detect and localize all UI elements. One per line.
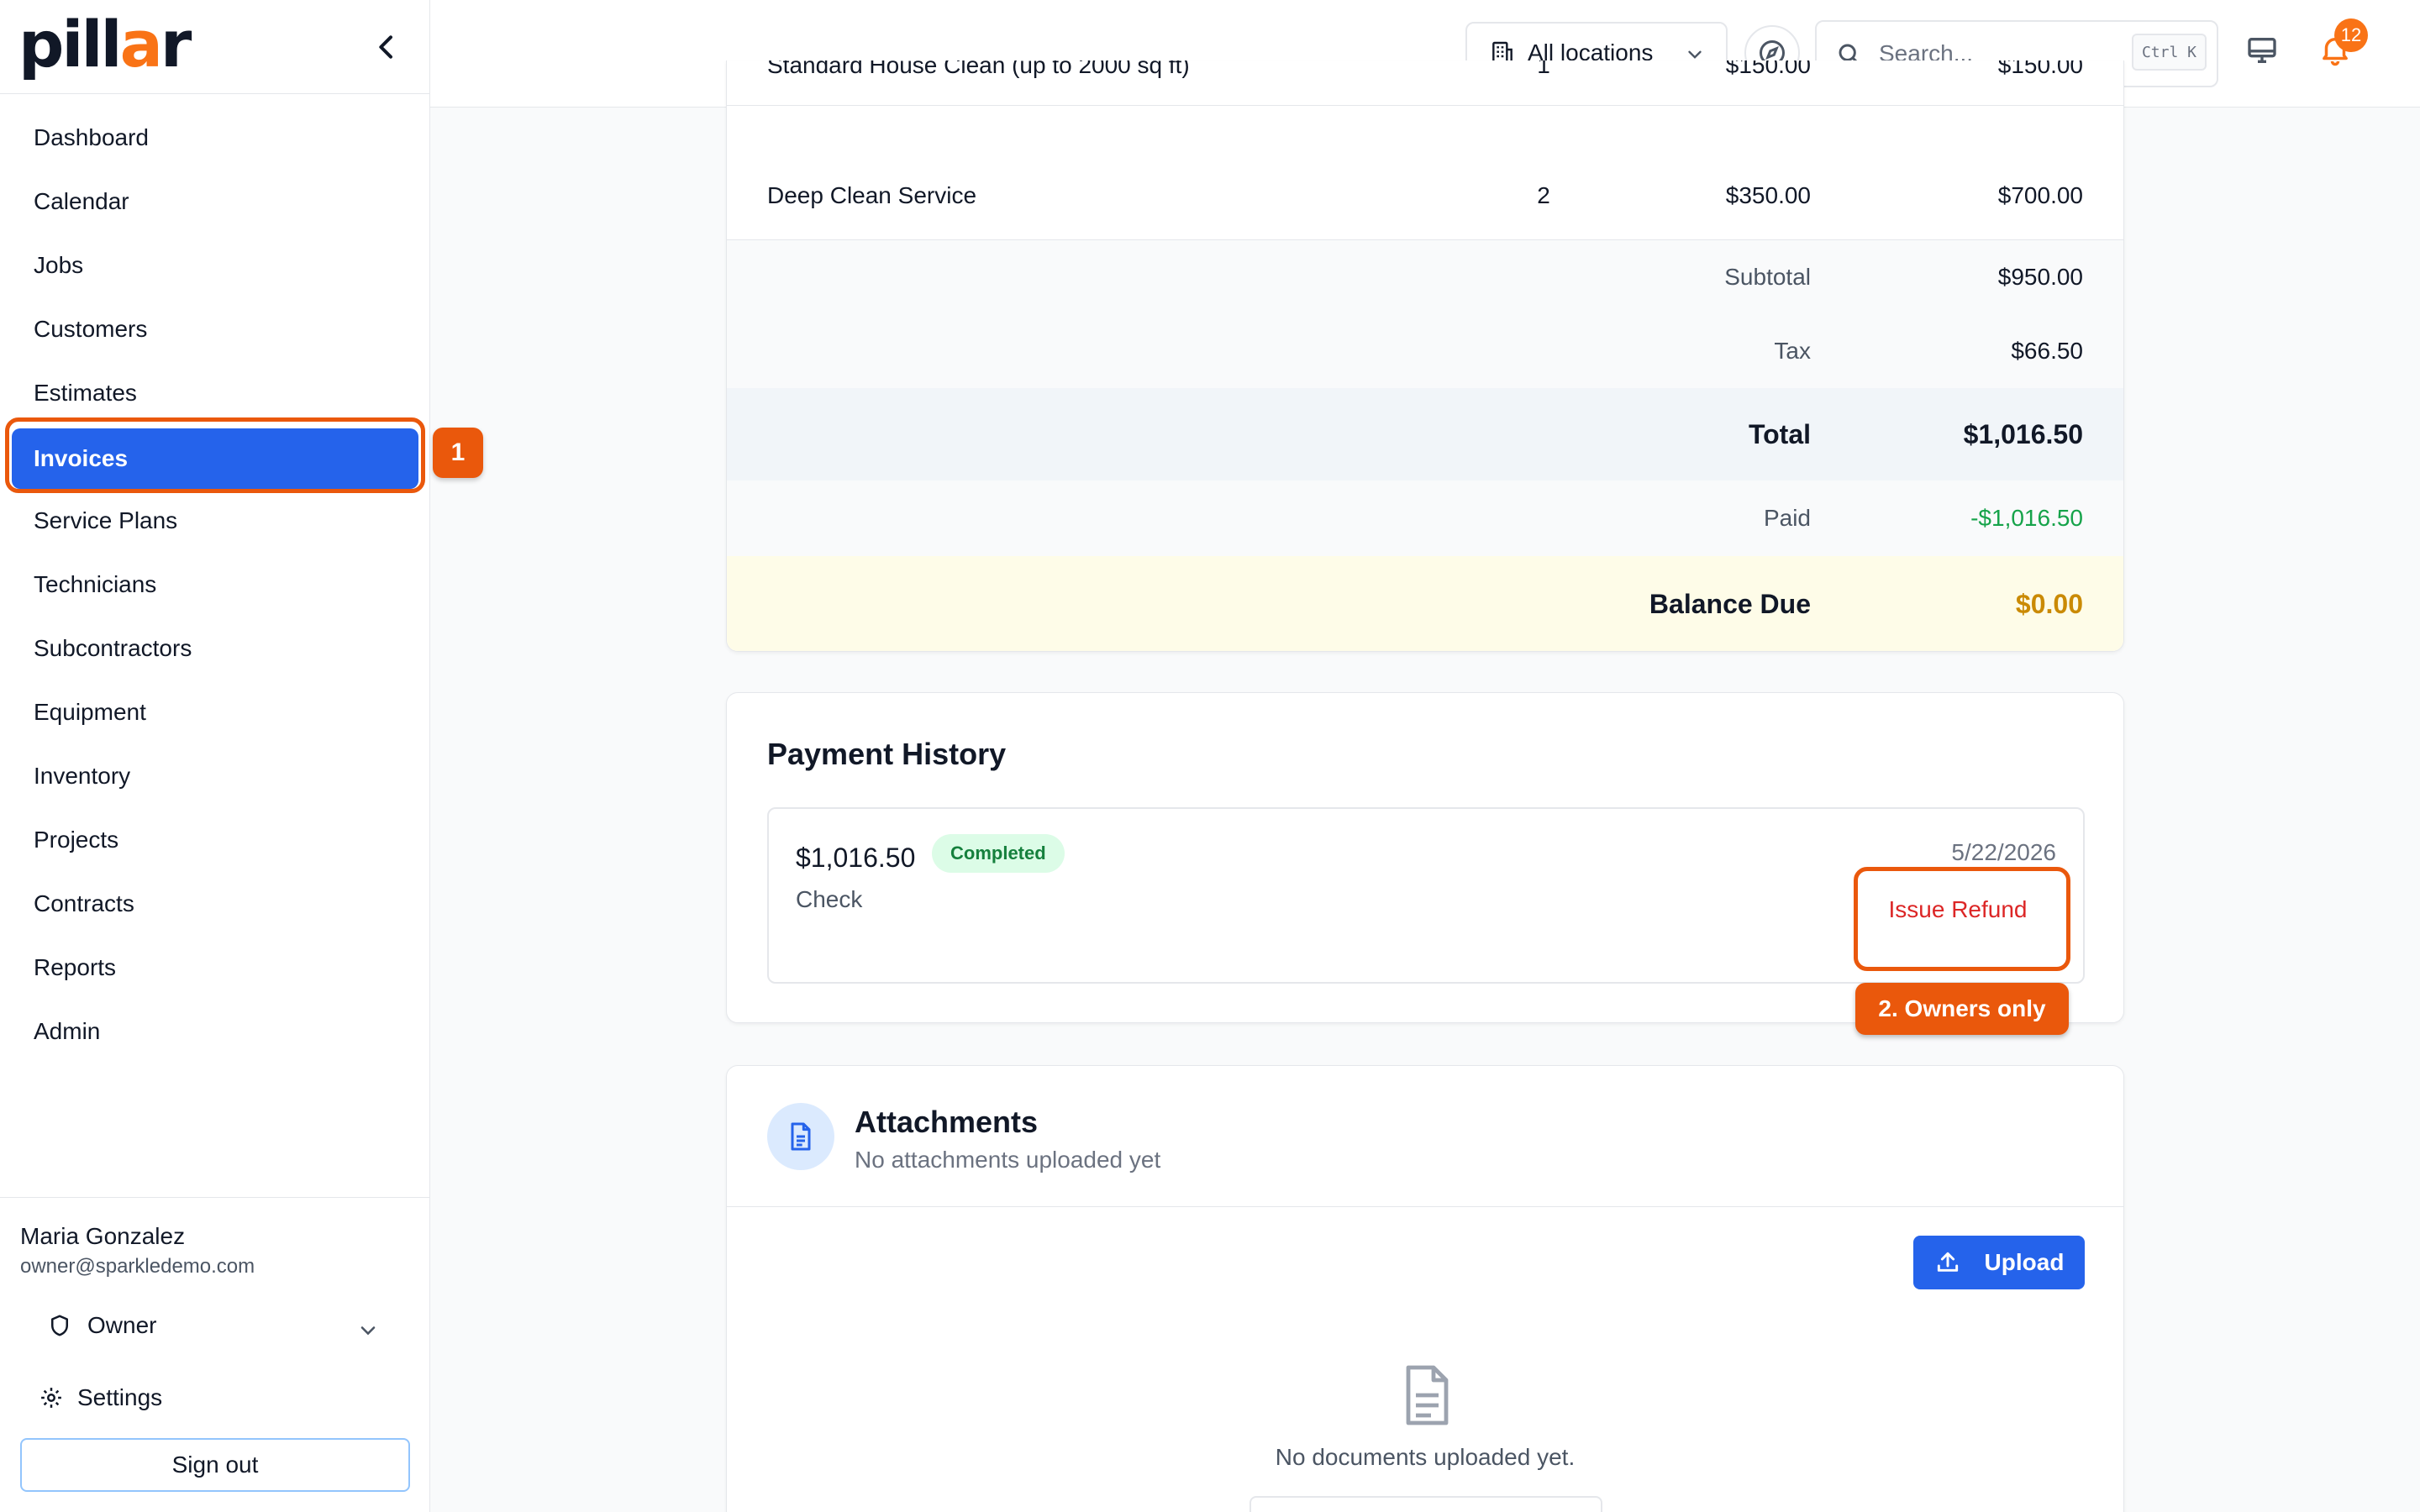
tax-row: Tax $66.50 xyxy=(727,314,2123,388)
user-name: Maria Gonzalez xyxy=(20,1223,186,1249)
empty-state-text: No documents uploaded yet. xyxy=(1275,1444,1576,1470)
sidebar-item-contracts[interactable]: Contracts xyxy=(0,872,430,936)
subtotal-label: Subtotal xyxy=(1724,264,1811,290)
sidebar-item-label: Calendar xyxy=(34,188,129,214)
item-description: Deep Clean Service xyxy=(767,181,977,208)
sidebar-item-label: Customers xyxy=(34,316,148,342)
choose-file-button[interactable] xyxy=(1249,1496,1602,1512)
sidebar-item-label: Inventory xyxy=(34,763,131,789)
total-row: Total $1,016.50 xyxy=(727,388,2123,480)
settings-label: Settings xyxy=(77,1384,163,1410)
status-badge: Completed xyxy=(932,834,1065,873)
gear-icon xyxy=(41,1388,61,1408)
paid-row: Paid -$1,016.50 xyxy=(727,480,2123,556)
role-selector[interactable]: Owner xyxy=(47,1312,156,1339)
sidebar-item-label: Dashboard xyxy=(34,124,149,150)
payment-method: Check xyxy=(796,886,863,912)
chevron-down-icon[interactable] xyxy=(356,1319,380,1342)
settings-link[interactable]: Settings xyxy=(39,1384,162,1411)
item-amount: $150.00 xyxy=(1997,60,2083,78)
sidebar-item-label: Technicians xyxy=(34,571,157,597)
payment-date: 5/22/2026 xyxy=(1951,839,2056,865)
sidebar-item-service-plans[interactable]: Service Plans xyxy=(0,489,430,553)
sidebar-nav: Dashboard Calendar Jobs Customers Estima… xyxy=(0,106,430,1063)
file-icon xyxy=(1406,1365,1449,1425)
sidebar-item-equipment[interactable]: Equipment xyxy=(0,680,430,744)
sidebar-item-label: Estimates xyxy=(34,380,137,406)
paid-value: -$1,016.50 xyxy=(1970,505,2083,531)
sidebar-item-customers[interactable]: Customers xyxy=(0,297,430,361)
item-amount: $700.00 xyxy=(1997,181,2083,208)
tax-value: $66.50 xyxy=(2011,338,2083,364)
invoice-items-card: Standard House Clean (up to 2000 sq ft) … xyxy=(726,60,2124,652)
subtotal-value: $950.00 xyxy=(1997,264,2083,290)
sidebar-item-reports[interactable]: Reports xyxy=(0,936,430,1000)
upload-button[interactable]: Upload xyxy=(1913,1236,2085,1289)
sidebar-item-admin[interactable]: Admin xyxy=(0,1000,430,1063)
sidebar-item-dashboard[interactable]: Dashboard xyxy=(0,106,430,170)
sidebar-item-label: Projects xyxy=(34,827,119,853)
user-panel: Maria Gonzalez owner@sparkledemo.com Own… xyxy=(0,1197,430,1512)
section-title: Payment History xyxy=(767,737,1007,771)
table-row: Deep Clean Service 2 $350.00 $700.00 xyxy=(727,151,2123,240)
item-description: Standard House Clean (up to 2000 sq ft) xyxy=(767,60,1190,78)
chevron-left-icon[interactable] xyxy=(370,30,403,64)
total-value: $1,016.50 xyxy=(1963,418,2083,449)
balance-value: $0.00 xyxy=(2015,588,2083,619)
item-quantity: 2 xyxy=(1537,181,1550,208)
subtotal-row: Subtotal $950.00 xyxy=(727,240,2123,314)
monitor-icon[interactable] xyxy=(2245,34,2279,67)
sidebar-item-label: Jobs xyxy=(34,252,84,278)
logo-row: pillar xyxy=(0,0,429,94)
sidebar-item-label: Subcontractors xyxy=(34,635,192,661)
shortcut-hint: Ctrl K xyxy=(2131,34,2207,71)
item-price: $350.00 xyxy=(1725,181,1811,208)
item-quantity: 1 xyxy=(1537,60,1550,78)
payment-history-card: Payment History $1,016.50 Completed Chec… xyxy=(726,692,2124,1023)
sign-out-button[interactable]: Sign out xyxy=(20,1438,410,1492)
logo[interactable]: pillar xyxy=(18,7,192,81)
section-title: Attachments xyxy=(855,1105,1039,1139)
user-email: owner@sparkledemo.com xyxy=(20,1255,255,1278)
role-label: Owner xyxy=(87,1312,157,1338)
paid-label: Paid xyxy=(1763,505,1811,531)
sidebar-item-technicians[interactable]: Technicians xyxy=(0,553,430,617)
sidebar-item-label: Admin xyxy=(34,1018,101,1044)
annotation-step-2: 2. Owners only xyxy=(1855,983,2069,1035)
sidebar-item-label: Contracts xyxy=(34,890,134,916)
balance-row: Balance Due $0.00 xyxy=(727,556,2123,651)
document-icon xyxy=(767,1103,834,1170)
annotation-step-1: 1 xyxy=(433,428,483,478)
shield-icon xyxy=(51,1315,68,1336)
sidebar-item-estimates[interactable]: Estimates xyxy=(0,361,430,425)
section-subtitle: No attachments uploaded yet xyxy=(855,1147,1161,1173)
tax-label: Tax xyxy=(1774,338,1811,364)
upload-label: Upload xyxy=(1984,1249,2065,1275)
sidebar-item-inventory[interactable]: Inventory xyxy=(0,744,430,808)
attachments-header: Attachments No attachments uploaded yet xyxy=(727,1066,2123,1207)
sidebar-item-projects[interactable]: Projects xyxy=(0,808,430,872)
sidebar-item-jobs[interactable]: Jobs xyxy=(0,234,430,297)
upload-icon xyxy=(1937,1252,1958,1272)
sidebar-item-subcontractors[interactable]: Subcontractors xyxy=(0,617,430,680)
balance-label: Balance Due xyxy=(1649,588,1811,619)
notification-badge: 12 xyxy=(2334,18,2368,52)
total-label: Total xyxy=(1748,418,1811,449)
attachments-card: Attachments No attachments uploaded yet … xyxy=(726,1065,2124,1512)
payment-amount: $1,016.50 xyxy=(796,843,916,873)
totals-section: Subtotal $950.00 Tax $66.50 Total $1,016… xyxy=(727,240,2123,651)
sidebar-item-label: Service Plans xyxy=(34,507,178,533)
item-price: $150.00 xyxy=(1725,60,1811,78)
annotation-highlight-invoices xyxy=(5,417,425,493)
annotation-highlight-refund xyxy=(1854,867,2070,971)
sidebar-item-label: Reports xyxy=(34,954,117,980)
table-row: Standard House Clean (up to 2000 sq ft) … xyxy=(727,60,2123,106)
sidebar-item-label: Equipment xyxy=(34,699,146,725)
sidebar: pillar Dashboard Calendar Jobs Customers… xyxy=(0,0,430,1512)
sidebar-item-calendar[interactable]: Calendar xyxy=(0,170,430,234)
